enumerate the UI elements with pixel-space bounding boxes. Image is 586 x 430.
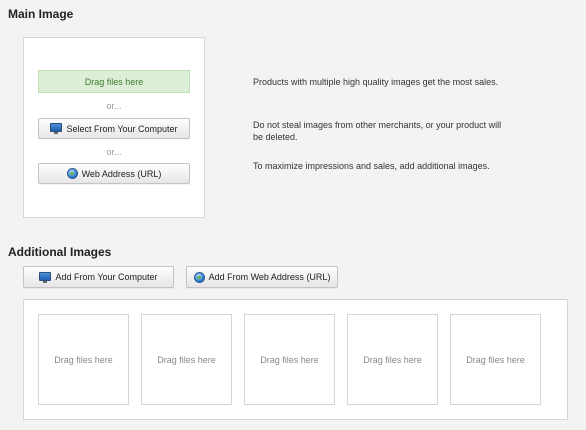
slot-label: Drag files here xyxy=(466,354,525,365)
main-image-dropzone[interactable]: Drag files here xyxy=(38,70,190,93)
slot-label: Drag files here xyxy=(54,354,113,365)
or-separator: or... xyxy=(106,101,122,111)
add-from-computer-button[interactable]: Add From Your Computer xyxy=(23,266,174,288)
slot-label: Drag files here xyxy=(260,354,319,365)
select-from-computer-label: Select From Your Computer xyxy=(66,123,178,134)
image-dropzone-slot[interactable]: Drag files here xyxy=(244,314,335,405)
main-image-panel: Drag files here or... Select From Your C… xyxy=(23,37,205,218)
dropzone-label: Drag files here xyxy=(84,76,144,87)
tip-text: Products with multiple high quality imag… xyxy=(253,77,499,87)
globe-icon xyxy=(66,168,78,179)
image-dropzone-slot[interactable]: Drag files here xyxy=(347,314,438,405)
image-dropzone-slot[interactable]: Drag files here xyxy=(38,314,129,405)
image-dropzone-slot[interactable]: Drag files here xyxy=(141,314,232,405)
image-dropzone-slot[interactable]: Drag files here xyxy=(450,314,541,405)
slot-label: Drag files here xyxy=(363,354,422,365)
additional-images-panel: Drag files here Drag files here Drag fil… xyxy=(23,299,568,420)
slot-label: Drag files here xyxy=(157,354,216,365)
main-image-heading: Main Image xyxy=(8,7,74,21)
select-from-computer-button[interactable]: Select From Your Computer xyxy=(38,118,190,139)
tip-text: To maximize impressions and sales, add a… xyxy=(253,161,490,171)
monitor-icon xyxy=(50,123,63,134)
add-from-web-label: Add From Web Address (URL) xyxy=(208,272,331,282)
web-address-button[interactable]: Web Address (URL) xyxy=(38,163,190,184)
or-separator: or... xyxy=(106,147,122,157)
image-upload-page: Main Image Drag files here or... Select … xyxy=(0,0,586,430)
add-from-web-button[interactable]: Add From Web Address (URL) xyxy=(186,266,338,288)
tip-text: Do not steal images from other merchants… xyxy=(253,120,502,142)
monitor-icon xyxy=(39,271,52,283)
web-address-label: Web Address (URL) xyxy=(81,168,162,179)
globe-icon xyxy=(193,271,205,283)
additional-images-heading: Additional Images xyxy=(8,245,112,259)
add-from-computer-label: Add From Your Computer xyxy=(55,272,158,282)
